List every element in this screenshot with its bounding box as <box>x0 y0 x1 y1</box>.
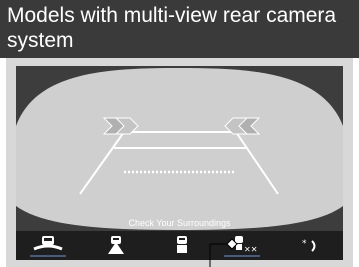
camera-settings-icon: ✕✕ <box>224 236 260 257</box>
view-mode-bar: ✕✕ * <box>16 231 343 260</box>
page-title: Models with multi-view rear camera syste… <box>7 4 337 52</box>
top-down-view-button[interactable] <box>28 233 68 258</box>
svg-text:✕✕: ✕✕ <box>244 245 257 254</box>
day-night-button[interactable]: * <box>290 233 330 258</box>
day-night-icon: * <box>302 239 316 252</box>
check-surroundings-message: Check Your Surroundings <box>128 218 231 228</box>
wide-view-button[interactable] <box>96 233 136 258</box>
header: Models with multi-view rear camera syste… <box>0 0 359 58</box>
normal-view-button[interactable] <box>162 233 202 258</box>
svg-text:*: * <box>302 239 307 249</box>
camera-settings-button[interactable]: ✕✕ <box>222 233 262 258</box>
normal-view-icon <box>177 236 187 253</box>
wide-view-icon <box>108 236 124 254</box>
top-down-view-icon <box>30 236 66 257</box>
camera-screen: Check Your Surroundings ✕✕ * <box>16 66 343 260</box>
